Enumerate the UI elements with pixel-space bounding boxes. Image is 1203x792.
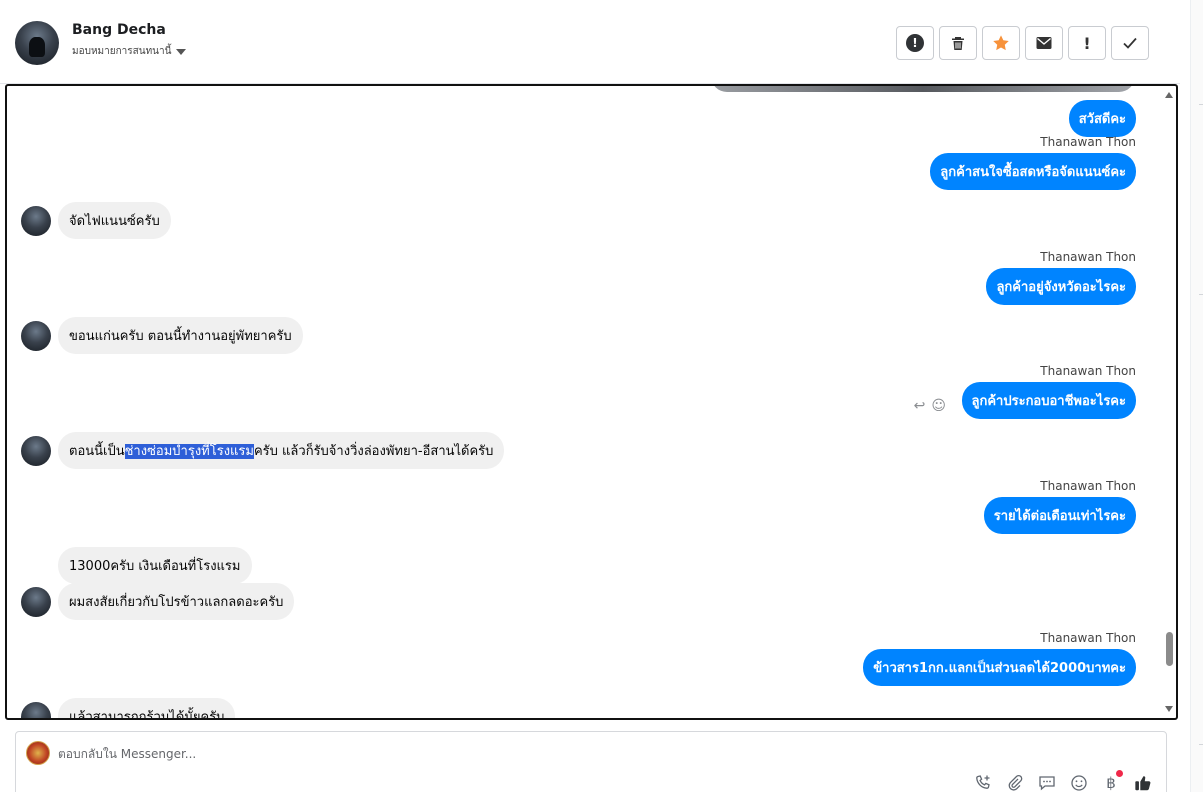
contact-avatar-small[interactable] [21, 320, 51, 351]
reply-icon[interactable]: ↩ [914, 398, 926, 414]
call-add-icon[interactable] [974, 774, 992, 792]
contact-name[interactable]: Bang Decha [72, 22, 166, 38]
message-actions: ↩ ☺ [914, 398, 946, 414]
incoming-message-bubble[interactable]: ขอนแก่นครับ ตอนนี้ทำงานอยู่พัทยาครับ [58, 317, 303, 354]
sender-name: Thanawan Thon [1040, 135, 1136, 149]
outgoing-message-bubble[interactable]: รายได้ต่อเดือนเท่าไรคะ [983, 497, 1136, 534]
payment-icon[interactable]: ฿ [1102, 770, 1123, 792]
message-row-outgoing: Thanawan Thon รายได้ต่อเดือนเท่าไรคะ [983, 479, 1136, 534]
outgoing-message-bubble[interactable]: ลูกค้าประกอบอาชีพอะไรคะ [961, 382, 1136, 419]
incoming-message-bubble[interactable]: จัดไฟแนนซ์ครับ [58, 202, 171, 239]
message-row-outgoing: Thanawan Thon ลูกค้าประกอบอาชีพอะไรคะ [961, 364, 1136, 419]
conversation-header: Bang Decha มอบหมายการสนทนานี้ ! ! [0, 0, 1180, 84]
contact-avatar-small[interactable] [21, 701, 51, 718]
shared-photo-edge[interactable] [711, 86, 1135, 92]
emoji-icon[interactable]: ☺ [931, 398, 946, 414]
mark-done-button[interactable] [1111, 26, 1149, 60]
incoming-message-bubble[interactable]: แล้วสามารถกร้วมได้มั้ยครับ [58, 698, 236, 718]
reply-input[interactable] [58, 744, 658, 764]
selected-text: ช่างซ่อมบำรุงที่โรงแรม [124, 444, 254, 459]
exclamation-icon: ! [1083, 33, 1091, 53]
sender-name: Thanawan Thon [1040, 250, 1136, 264]
message-row-incoming: 13000ครับ เงินเดือนที่โรงแรม [21, 547, 252, 584]
message-text-before: ตอนนี้เป็น [69, 444, 125, 459]
message-row-incoming: ขอนแก่นครับ ตอนนี้ทำงานอยู่พัทยาครับ [21, 317, 303, 354]
message-row-incoming: ผมสงสัยเกี่ยวกับโปรข้าวแลกลดอะครับ [21, 583, 295, 620]
envelope-icon [1036, 37, 1052, 49]
assign-label: มอบหมายการสนทนานี้ [72, 46, 172, 57]
alert-circle-icon: ! [906, 34, 924, 52]
attachment-icon[interactable] [1006, 774, 1024, 792]
incoming-message-bubble[interactable]: ผมสงสัยเกี่ยวกับโปรข้าวแลกลดอะครับ [58, 583, 295, 620]
sender-name: Thanawan Thon [1040, 631, 1136, 645]
message-row-incoming: จัดไฟแนนซ์ครับ [21, 202, 171, 239]
scroll-up-arrow-icon[interactable] [1165, 92, 1173, 98]
outgoing-message-bubble[interactable]: ลูกค้าสนใจซื้อสดหรือจัดแนนซ์คะ [930, 153, 1136, 190]
assign-conversation-dropdown[interactable]: มอบหมายการสนทนานี้ [72, 44, 187, 59]
outgoing-message-bubble[interactable]: สวัสดีคะ [1068, 100, 1136, 137]
like-icon[interactable] [1134, 774, 1152, 792]
composer-actions: ฿ [974, 770, 1152, 792]
notification-dot [1116, 770, 1123, 777]
mark-unread-button[interactable] [1025, 26, 1063, 60]
message-text-after: ครับ แล้วก็รับจ้างวิ่งล่องพัทยา-อีสานได้… [253, 444, 494, 459]
reply-composer: ฿ [15, 731, 1167, 792]
follow-up-button[interactable]: ! [1068, 26, 1106, 60]
scroll-down-arrow-icon[interactable] [1165, 706, 1173, 712]
message-row-incoming: ตอนนี้เป็นช่างซ่อมบำรุงที่โรงแรมครับ แล้… [21, 432, 505, 469]
sender-name: Thanawan Thon [1040, 479, 1136, 493]
spam-button[interactable]: ! [896, 26, 934, 60]
contact-avatar-small[interactable] [21, 205, 51, 236]
delete-button[interactable] [939, 26, 977, 60]
star-button[interactable] [982, 26, 1020, 60]
contact-avatar-small[interactable] [21, 435, 51, 466]
message-row-outgoing: Thanawan Thon ลูกค้าสนใจซื้อสดหรือจัดแนน… [930, 135, 1136, 190]
side-panel-edge [1190, 0, 1203, 792]
message-thread[interactable]: สวัสดีคะ Thanawan Thon ลูกค้าสนใจซื้อสดห… [5, 84, 1178, 720]
page-avatar [26, 741, 50, 765]
inbox-conversation-view: Bang Decha มอบหมายการสนทนานี้ ! ! สวัสดี… [0, 0, 1203, 792]
message-row-outgoing: Thanawan Thon ข้าวสาร1กก.แลกเป็นส่วนลดได… [863, 631, 1136, 686]
sender-name: Thanawan Thon [1040, 364, 1136, 378]
outgoing-message-bubble[interactable]: ข้าวสาร1กก.แลกเป็นส่วนลดได้2000บาทคะ [863, 649, 1136, 686]
star-icon [993, 35, 1009, 51]
trash-icon [952, 37, 964, 50]
incoming-message-bubble[interactable]: 13000ครับ เงินเดือนที่โรงแรม [58, 547, 252, 584]
outgoing-message-bubble[interactable]: ลูกค้าอยู่จังหวัดอะไรคะ [986, 268, 1136, 305]
conversation-toolbar: ! ! [896, 26, 1149, 60]
message-row-incoming: แล้วสามารถกร้วมได้มั้ยครับ [21, 698, 236, 718]
scrollbar-thumb[interactable] [1166, 632, 1173, 666]
contact-avatar-small[interactable] [21, 586, 51, 617]
message-row-outgoing: Thanawan Thon ลูกค้าอยู่จังหวัดอะไรคะ [986, 250, 1136, 305]
saved-reply-icon[interactable] [1038, 774, 1056, 792]
emoji-icon[interactable] [1070, 774, 1088, 792]
incoming-message-bubble[interactable]: ตอนนี้เป็นช่างซ่อมบำรุงที่โรงแรมครับ แล้… [58, 432, 505, 469]
chevron-down-icon [176, 48, 187, 55]
contact-avatar[interactable] [15, 21, 59, 65]
message-row-outgoing: สวัสดีคะ [1068, 100, 1136, 137]
thread-scrollbar[interactable] [1162, 86, 1176, 718]
check-icon [1123, 37, 1137, 49]
